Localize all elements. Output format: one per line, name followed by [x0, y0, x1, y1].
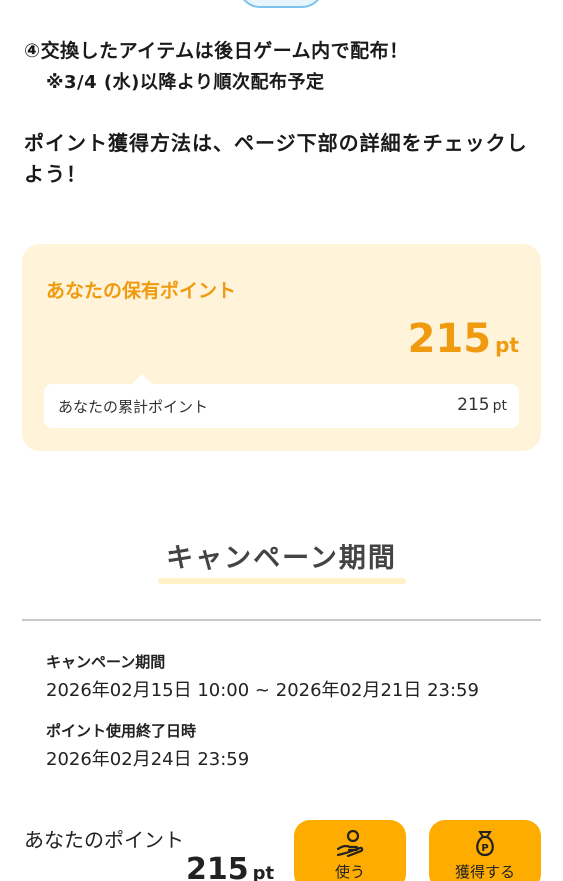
cumulative-points-value: 215 pt — [457, 395, 507, 415]
section-divider — [22, 619, 541, 621]
holding-points-unit: pt — [495, 333, 519, 357]
cumulative-points-box: あなたの累計ポイント 215 pt — [44, 374, 519, 428]
howto-text: ポイント獲得方法は、ページ下部の詳細をチェックしよう！ — [24, 131, 528, 186]
coin-bag-icon: P — [476, 831, 494, 857]
earn-button-label: 獲得する — [454, 863, 515, 881]
campaign-period-label: キャンペーン期間 — [46, 653, 166, 671]
cumulative-points-number: 215 — [457, 395, 490, 415]
cumulative-points-label: あなたの累計ポイント — [58, 398, 209, 416]
hand-coin-icon — [336, 829, 364, 857]
svg-text:P: P — [481, 843, 488, 854]
holding-points-number: 215 — [407, 316, 492, 362]
footer-points-number: 215 — [186, 852, 249, 881]
footer-points-unit: pt — [252, 863, 275, 881]
use-button-label: 使う — [334, 863, 365, 881]
cumulative-notch — [132, 374, 152, 384]
footer-points-value: 215 pt — [186, 852, 274, 881]
earn-button[interactable]: P 獲得する — [429, 820, 541, 881]
campaign-period-value: 2026年02月15日 10:00 ~ 2026年02月21日 23:59 — [46, 680, 479, 701]
header-decoration — [238, 0, 324, 8]
section-title-underline — [158, 578, 406, 584]
point-end-label: ポイント使用終了日時 — [46, 722, 197, 740]
campaign-section-title: キャンペーン期間 — [166, 543, 397, 574]
holding-points-value: 215 pt — [408, 316, 519, 362]
footer-points-label: あなたのポイント — [24, 828, 184, 852]
step-4-note: ※3/4 (水)以降より順次配布予定 — [46, 72, 325, 93]
cumulative-points-unit: pt — [492, 398, 507, 414]
point-end-value: 2026年02月24日 23:59 — [46, 749, 250, 770]
step-4-text: ④交換したアイテムは後日ゲーム内で配布！ — [24, 40, 409, 62]
use-button[interactable]: 使う — [294, 820, 406, 881]
points-card: あなたの保有ポイント 215 pt あなたの累計ポイント 215 pt — [22, 244, 541, 451]
holding-points-label: あなたの保有ポイント — [46, 280, 237, 302]
